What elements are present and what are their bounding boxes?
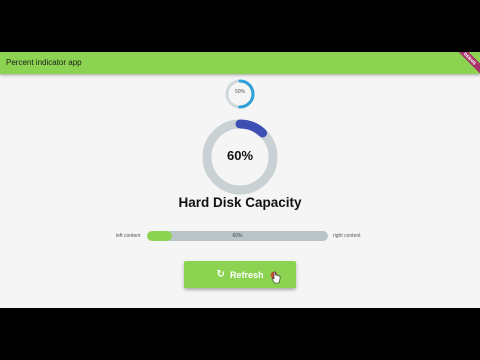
app-bar: Percent indicator app DEBUG bbox=[0, 52, 480, 78]
big-indicator-label: 60% bbox=[226, 148, 254, 163]
small-indicator-label: 50% bbox=[234, 89, 245, 95]
hand-cursor-icon bbox=[270, 271, 281, 284]
app-title: Percent indicator app bbox=[6, 58, 82, 67]
linear-progress-bar: 60% bbox=[147, 231, 328, 241]
page-heading: Hard Disk Capacity bbox=[178, 195, 302, 210]
linear-center-label: 60% bbox=[232, 233, 243, 239]
linear-right-label: right content bbox=[333, 233, 361, 239]
refresh-button-label: Refresh bbox=[229, 269, 264, 280]
refresh-icon: ↻ bbox=[216, 269, 225, 280]
linear-left-label: left content bbox=[116, 233, 141, 239]
debug-banner: DEBUG bbox=[450, 52, 480, 78]
